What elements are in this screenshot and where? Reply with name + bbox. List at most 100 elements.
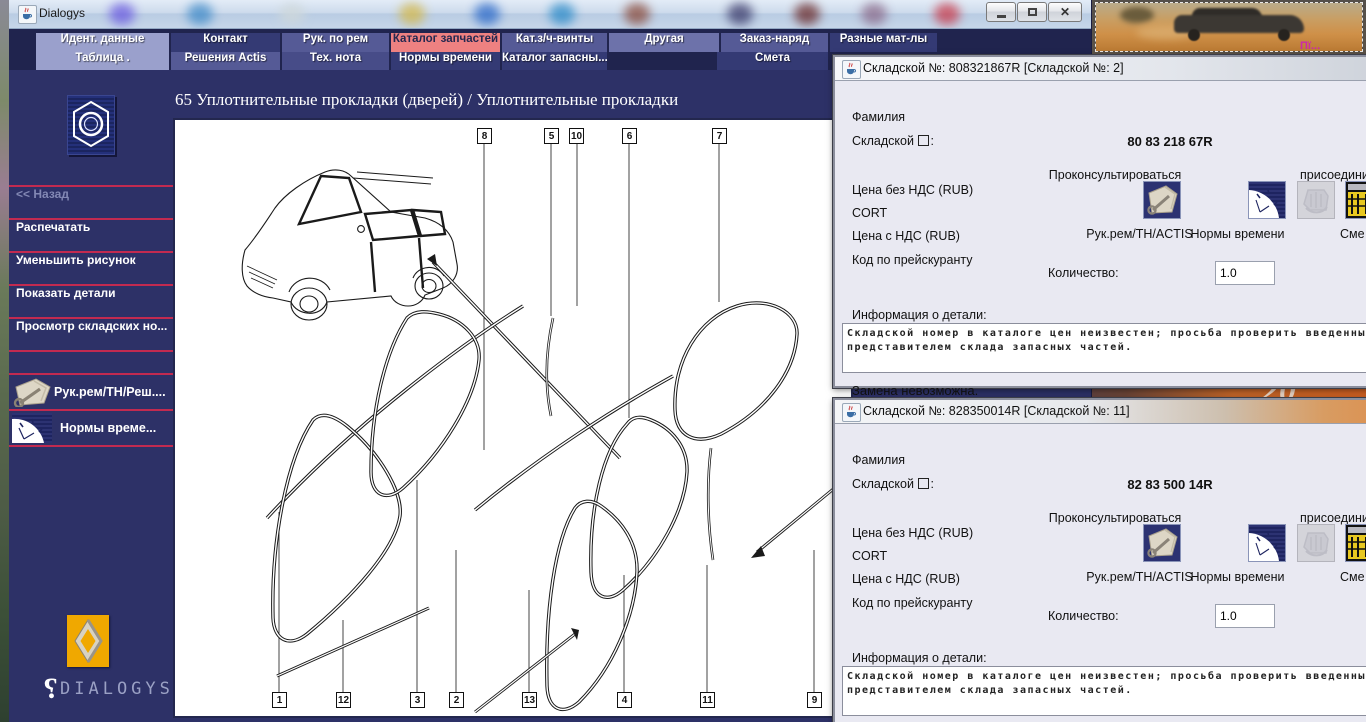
dialog-titlebar[interactable]: Складской №: 828350014R [Складской №: 11… bbox=[835, 400, 1366, 424]
tab-time-standards[interactable]: Нормы времени bbox=[391, 52, 500, 71]
brand-text: DIALOGYS bbox=[60, 679, 174, 699]
callout-9[interactable]: 9 bbox=[807, 692, 822, 708]
time-standards-button-label: Нормы времени bbox=[1165, 570, 1310, 584]
sidebar-item-show-parts[interactable]: Показать детали bbox=[9, 284, 173, 317]
photo-car-wheel bbox=[1188, 29, 1200, 41]
callout-13[interactable]: 13 bbox=[522, 692, 537, 708]
part-info-text: Складской номер в каталоге цен неизвесте… bbox=[842, 323, 1366, 373]
sidebar-item-back[interactable]: << Назад bbox=[9, 185, 173, 218]
repair-manual-icon bbox=[10, 377, 54, 407]
tab-ident-data[interactable]: Идент. данные bbox=[36, 33, 169, 52]
callout-11[interactable]: 11 bbox=[700, 692, 715, 708]
callout-5[interactable]: 5 bbox=[544, 128, 559, 144]
time-standards-gauge-icon[interactable] bbox=[1248, 524, 1286, 562]
dialog-titlebar[interactable]: Складской №: 808321867R [Складской №: 2] bbox=[835, 57, 1366, 81]
maximize-icon bbox=[1028, 8, 1037, 16]
tab-table[interactable]: Таблица . bbox=[36, 52, 169, 71]
photo-tree bbox=[1120, 7, 1154, 23]
quantity-input[interactable] bbox=[1215, 261, 1275, 285]
close-button[interactable]: ✕ bbox=[1048, 2, 1082, 22]
tab-other[interactable]: Другая bbox=[609, 33, 719, 52]
price-code-label: Код по прейскуранту bbox=[852, 253, 972, 267]
desktop-wallpaper-left bbox=[0, 0, 9, 722]
sidebar-item-print[interactable]: Распечатать bbox=[9, 218, 173, 251]
titlebar-glass-blob bbox=[187, 3, 213, 25]
disabled-package-icon bbox=[1297, 524, 1335, 562]
stock-label: Складской : bbox=[852, 134, 934, 148]
renault-logo bbox=[67, 615, 109, 667]
java-app-icon bbox=[18, 5, 37, 24]
time-standards-gauge-icon bbox=[12, 413, 52, 443]
tab-estimate[interactable]: Смета bbox=[717, 52, 828, 71]
java-app-icon bbox=[842, 403, 861, 422]
minimize-button[interactable] bbox=[986, 2, 1016, 22]
titlebar-glass-blob bbox=[279, 3, 305, 25]
price-inc-vat-label: Цена с НДС (RUB) bbox=[852, 229, 960, 243]
hex-nut-logo-icon bbox=[67, 95, 115, 155]
sidebar: << Назад Распечатать Уменьшить рисунок П… bbox=[9, 70, 173, 722]
estimate-icon[interactable] bbox=[1345, 524, 1366, 562]
cort-label: CORT bbox=[852, 549, 887, 563]
cort-label: CORT bbox=[852, 206, 887, 220]
disabled-package-icon bbox=[1297, 181, 1335, 219]
callout-3[interactable]: 3 bbox=[410, 692, 425, 708]
tab-parts-catalog[interactable]: Каталог запчастей bbox=[391, 33, 500, 52]
tab-misc-materials[interactable]: Разные мат-лы bbox=[830, 33, 937, 52]
desktop-photo bbox=[1096, 3, 1362, 51]
callout-7[interactable]: 7 bbox=[712, 128, 727, 144]
repair-manual-icon[interactable] bbox=[1143, 181, 1181, 219]
quantity-input[interactable] bbox=[1215, 604, 1275, 628]
quantity-label: Количество: bbox=[1048, 266, 1119, 280]
callout-6[interactable]: 6 bbox=[622, 128, 637, 144]
titlebar-glass-blob bbox=[549, 3, 575, 25]
dialog-body: Фамилия Складской : 80 83 218 67R Прокон… bbox=[835, 80, 1366, 386]
tab-contact[interactable]: Контакт bbox=[171, 33, 280, 52]
callout-10[interactable]: 10 bbox=[569, 128, 584, 144]
callout-1[interactable]: 1 bbox=[272, 692, 287, 708]
tab-tech-note[interactable]: Тех. нота bbox=[282, 52, 389, 71]
sidebar-tool-time-standards[interactable]: Нормы време... bbox=[9, 409, 173, 447]
tab-cat-screws[interactable]: Кат.з/ч-винты bbox=[502, 33, 607, 52]
attach-label: присоедини bbox=[1300, 168, 1366, 182]
estimate-button-label: Сме bbox=[1340, 227, 1366, 241]
titlebar-glass-blob bbox=[794, 3, 820, 25]
price-ex-vat-label: Цена без НДС (RUB) bbox=[852, 183, 973, 197]
estimate-icon[interactable] bbox=[1345, 181, 1366, 219]
tab-spare-catalog[interactable]: Каталог запасны... bbox=[502, 52, 607, 71]
family-label: Фамилия bbox=[852, 453, 905, 467]
sidebar-tool-label: Нормы време... bbox=[60, 421, 156, 435]
time-standards-gauge-icon[interactable] bbox=[1248, 181, 1286, 219]
tab-repair-manual[interactable]: Рук. по рем bbox=[282, 33, 389, 52]
attach-label: присоедини bbox=[1300, 511, 1366, 525]
sidebar-tool-repair-manual[interactable]: Рук.рем/ТН/Реш.... bbox=[9, 373, 173, 409]
consult-label: Проконсультироваться bbox=[1020, 511, 1210, 525]
sidebar-item-shrink-picture[interactable]: Уменьшить рисунок bbox=[9, 251, 173, 284]
callout-12[interactable]: 12 bbox=[336, 692, 351, 708]
square-glyph-icon bbox=[918, 478, 929, 489]
tab-actis-solutions[interactable]: Решения Actis bbox=[171, 52, 280, 71]
repair-manual-icon[interactable] bbox=[1143, 524, 1181, 562]
titlebar-glass-blob bbox=[474, 3, 500, 25]
time-standards-button-label: Нормы времени bbox=[1165, 227, 1310, 241]
stock-number-dialog-1: Складской №: 808321867R [Складской №: 2]… bbox=[833, 55, 1366, 388]
callout-8[interactable]: 8 bbox=[477, 128, 492, 144]
sidebar-tool-label: Рук.рем/ТН/Реш.... bbox=[54, 385, 166, 399]
stock-number-value: 82 83 500 14R bbox=[1090, 477, 1250, 492]
sidebar-tools: Рук.рем/ТН/Реш.... Нормы време... bbox=[9, 373, 173, 447]
price-ex-vat-label: Цена без НДС (RUB) bbox=[852, 526, 973, 540]
dialog-title: Складской №: 828350014R [Складской №: 11… bbox=[863, 404, 1130, 418]
tab-work-order[interactable]: Заказ-наряд bbox=[721, 33, 828, 52]
callout-2[interactable]: 2 bbox=[449, 692, 464, 708]
window-title: Dialogys bbox=[39, 6, 85, 20]
callout-4[interactable]: 4 bbox=[617, 692, 632, 708]
main-window-titlebar[interactable]: Dialogys ✕ bbox=[9, 0, 1091, 29]
parts-diagram-canvas[interactable]: 8 5 10 6 7 1 12 3 2 13 4 11 9 bbox=[173, 118, 853, 718]
sidebar-item-view-stock-numbers[interactable]: Просмотр складских но... bbox=[9, 317, 173, 352]
stock-number-dialog-2: Складской №: 828350014R [Складской №: 11… bbox=[833, 398, 1366, 722]
maximize-button[interactable] bbox=[1017, 2, 1047, 22]
stock-label: Складской : bbox=[852, 477, 934, 491]
stock-number-value: 80 83 218 67R bbox=[1090, 134, 1250, 149]
titlebar-glass-blob bbox=[624, 3, 650, 25]
price-code-label: Код по прейскуранту bbox=[852, 596, 972, 610]
titlebar-glass-blob bbox=[934, 3, 960, 25]
